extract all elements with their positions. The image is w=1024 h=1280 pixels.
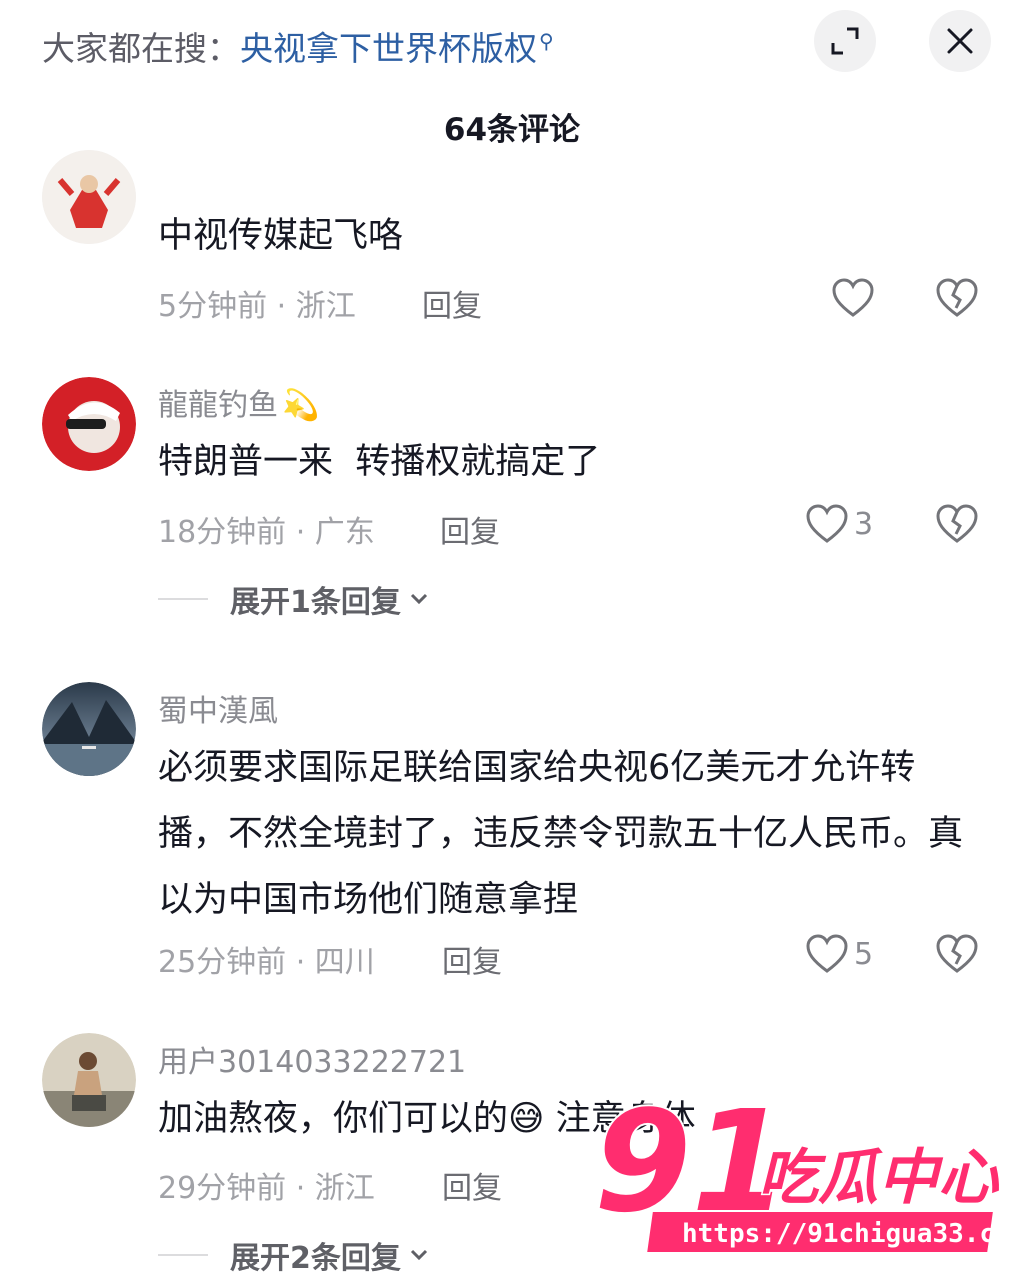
comment-time-location: 29分钟前 · 浙江 [158, 1171, 375, 1206]
search-suggestion-link[interactable]: 央视拿下世界杯版权 ⚲ [240, 29, 554, 68]
watermark-logo: 91 吃瓜中心 https://91chigua33.com [592, 1079, 1024, 1252]
reply-button[interactable]: 回复 [442, 1163, 502, 1207]
expand-replies-button[interactable]: 展开2条回复 [158, 1233, 429, 1277]
avatar-image [42, 682, 136, 776]
comment-text: 中视传媒起飞咯 [158, 216, 404, 256]
like-count: 3 [854, 506, 874, 542]
comment-time-location: 25分钟前 · 四川 [158, 945, 375, 980]
avatar[interactable] [42, 1033, 136, 1127]
watermark: 91 吃瓜中心 https://91chigua33.com [590, 1079, 1024, 1260]
chevron-down-icon [410, 593, 427, 605]
like-button[interactable] [832, 278, 874, 318]
expand-replies-label: 展开2条回复 [230, 1241, 401, 1276]
reply-button[interactable]: 回复 [422, 281, 482, 325]
watermark-brand: 吃瓜中心 [758, 1143, 1000, 1213]
expand-button[interactable] [814, 10, 876, 72]
heart-icon [806, 934, 848, 973]
heart-icon [832, 278, 874, 317]
close-button[interactable] [929, 10, 991, 72]
comment-time-location: 5分钟前 · 浙江 [158, 289, 356, 324]
username[interactable]: 蜀中漢風 [158, 686, 278, 730]
expand-icon [831, 27, 859, 55]
comment-text: 必须要求国际足联给国家给央视6亿美元才允许转播，不然全境封了，违反禁令罚款五十亿… [158, 748, 964, 920]
like-count: 5 [854, 936, 874, 972]
search-icon: ⚲ [539, 29, 554, 53]
expand-replies-button[interactable]: 展开1条回复 [158, 577, 429, 621]
avatar-image [42, 1033, 136, 1127]
avatar[interactable] [42, 377, 136, 471]
heart-icon [806, 504, 848, 543]
search-prefix: 大家都在搜： [42, 29, 240, 68]
username[interactable]: 用户3014033222721 [158, 1037, 466, 1081]
broken-heart-icon [936, 934, 978, 973]
search-suggestion[interactable]: 大家都在搜：央视拿下世界杯版权 ⚲ [42, 20, 554, 70]
dizzy-emoji: 💫 [282, 388, 320, 423]
broken-heart-icon [936, 278, 978, 317]
reply-button[interactable]: 回复 [440, 507, 500, 551]
watermark-url: https://91chigua33.com [682, 1219, 1020, 1249]
chevron-down-icon [410, 1249, 427, 1261]
avatar[interactable] [42, 682, 136, 776]
like-button[interactable]: 3 [806, 504, 873, 544]
username[interactable]: 龍龍钓鱼 💫 [158, 380, 319, 424]
comment-time-location: 18分钟前 · 广东 [158, 515, 375, 550]
avatar-image [42, 150, 136, 244]
dislike-button[interactable] [936, 934, 978, 978]
reply-button[interactable]: 回复 [442, 937, 502, 981]
close-icon [947, 28, 973, 54]
comment-text: 特朗普一来 转播权就搞定了 [158, 442, 601, 482]
divider [158, 1254, 208, 1256]
like-button[interactable]: 5 [806, 934, 873, 974]
expand-replies-label: 展开1条回复 [230, 585, 401, 620]
avatar-image [42, 377, 136, 471]
dislike-button[interactable] [936, 278, 978, 322]
avatar[interactable] [42, 150, 136, 244]
dislike-button[interactable] [936, 504, 978, 548]
broken-heart-icon [936, 504, 978, 543]
comment-count: 64条评论 [443, 112, 581, 148]
divider [158, 598, 208, 600]
top-bar: 大家都在搜：央视拿下世界杯版权 ⚲ [0, 0, 1024, 82]
